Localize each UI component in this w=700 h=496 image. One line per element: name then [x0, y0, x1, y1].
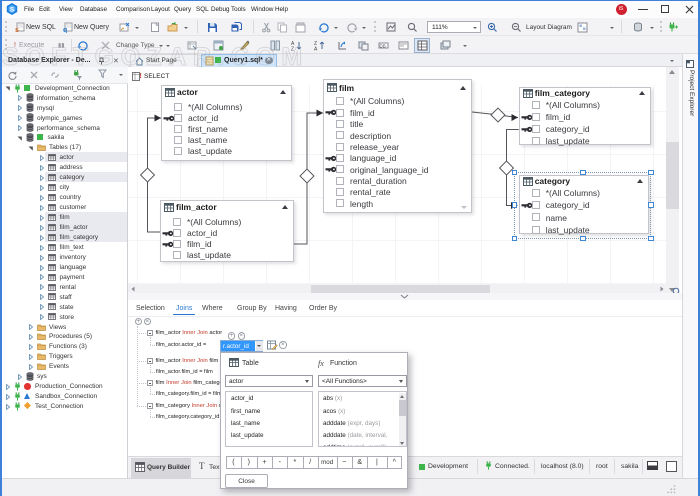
svg-text:s: s [15, 27, 19, 33]
svg-text:q: q [63, 27, 67, 33]
svg-text:S: S [10, 7, 15, 14]
